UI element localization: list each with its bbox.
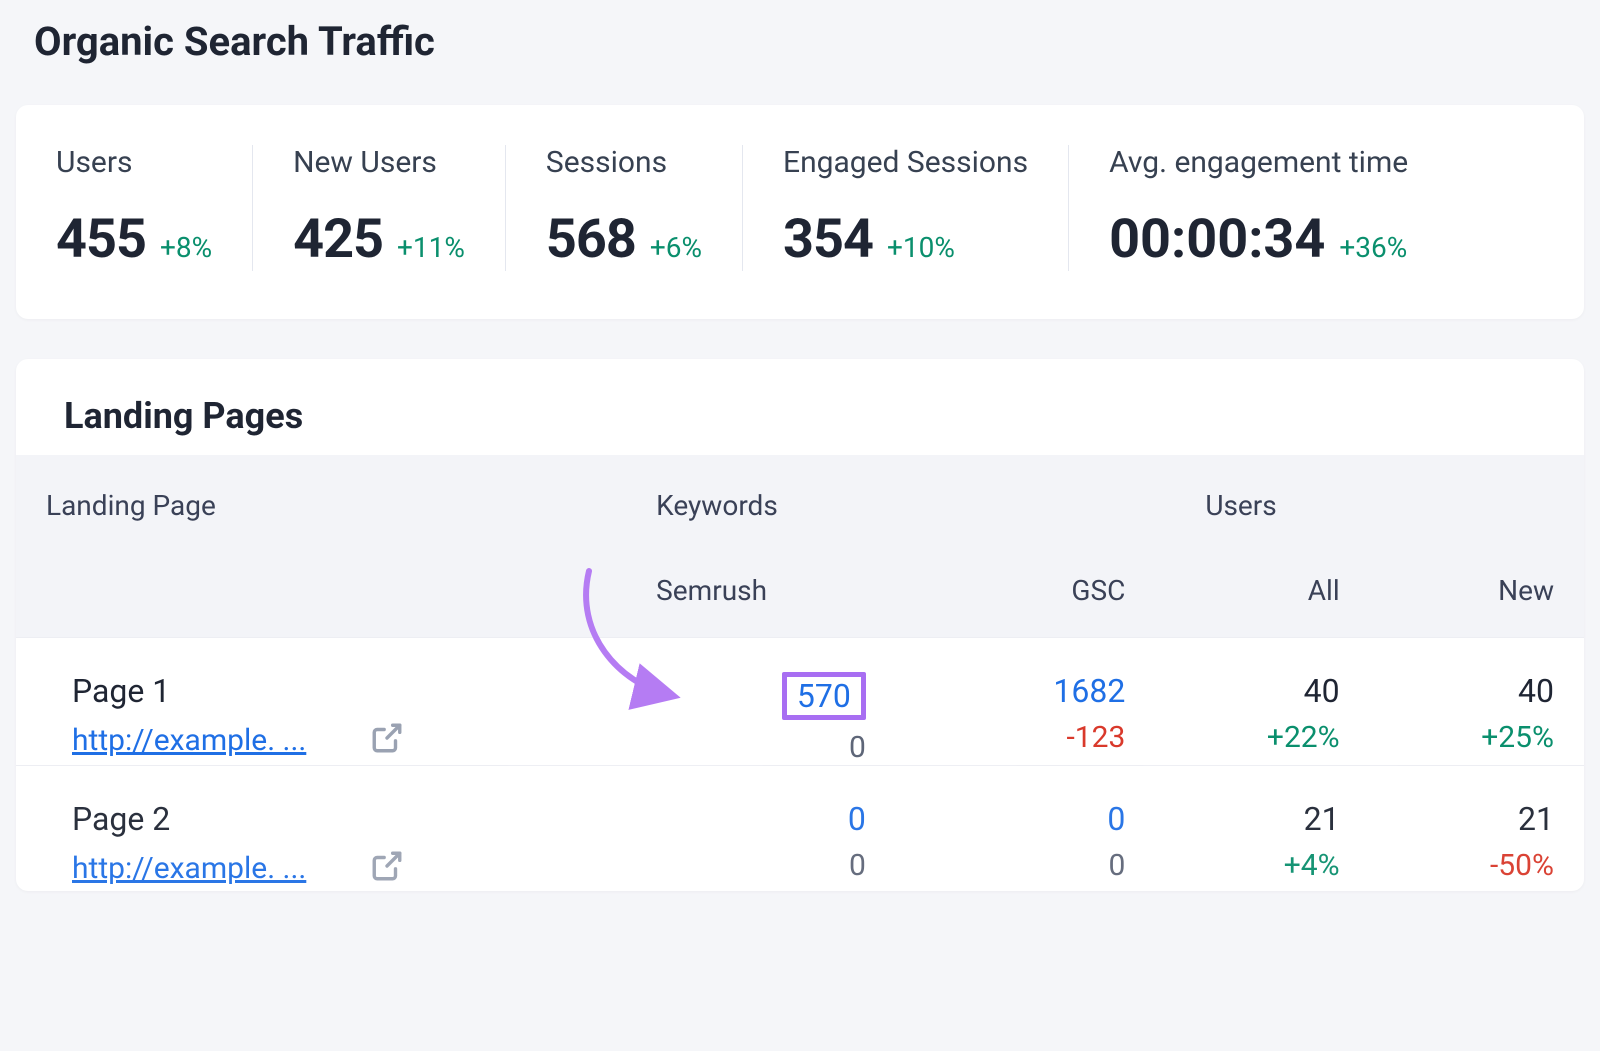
stat-value: 568: [546, 208, 636, 271]
stat-value: 00:00:34: [1109, 208, 1325, 271]
stat-delta: +10%: [887, 231, 955, 264]
semrush-delta: 0: [576, 730, 866, 765]
all-users-delta: +4%: [1185, 848, 1339, 883]
external-link-icon[interactable]: [370, 721, 404, 763]
gsc-value[interactable]: 1682: [926, 672, 1125, 710]
new-users-delta: -50%: [1400, 848, 1554, 883]
stat-value: 455: [56, 208, 146, 271]
semrush-value[interactable]: 0: [576, 800, 866, 838]
stat-avg-engagement[interactable]: Avg. engagement time 00:00:34 +36%: [1068, 145, 1448, 271]
page-url-link[interactable]: http://example. ...: [72, 723, 306, 758]
stat-value: 425: [293, 208, 383, 271]
stat-delta: +8%: [160, 231, 212, 264]
gsc-delta: -123: [926, 720, 1125, 755]
semrush-value[interactable]: 570: [797, 677, 851, 715]
all-users-value: 21: [1185, 800, 1339, 838]
stat-delta: +11%: [397, 231, 465, 264]
section-title: Landing Pages: [16, 359, 1584, 455]
stat-label: New Users: [293, 145, 465, 180]
semrush-delta: 0: [576, 848, 866, 883]
all-users-value: 40: [1185, 672, 1339, 710]
stat-label: Sessions: [546, 145, 702, 180]
col-header-semrush[interactable]: Semrush: [546, 530, 896, 637]
gsc-value[interactable]: 0: [926, 800, 1125, 838]
new-users-value: 40: [1400, 672, 1554, 710]
new-users-value: 21: [1400, 800, 1554, 838]
stats-card: Users 455 +8% New Users 425 +11% Session…: [16, 105, 1584, 319]
stat-value: 354: [783, 208, 873, 271]
external-link-icon[interactable]: [370, 849, 404, 891]
stat-sessions[interactable]: Sessions 568 +6%: [505, 145, 742, 271]
stat-engaged-sessions[interactable]: Engaged Sessions 354 +10%: [742, 145, 1068, 271]
col-group-keywords: Keywords: [546, 455, 1155, 530]
gsc-delta: 0: [926, 848, 1125, 883]
page-name: Page 1: [72, 672, 516, 710]
stat-label: Engaged Sessions: [783, 145, 1028, 180]
page-url-link[interactable]: http://example. ...: [72, 851, 306, 886]
highlighted-value: 570: [782, 672, 866, 720]
col-header-new[interactable]: New: [1370, 530, 1584, 637]
page-title: Organic Search Traffic: [0, 0, 1600, 105]
all-users-delta: +22%: [1185, 720, 1339, 755]
stat-delta: +6%: [650, 231, 702, 264]
table-row: Page 2 http://example. ... 0 0 0 0: [16, 765, 1584, 891]
col-header-all[interactable]: All: [1155, 530, 1369, 637]
stat-users[interactable]: Users 455 +8%: [16, 145, 252, 271]
col-header-landing-page[interactable]: Landing Page: [16, 455, 546, 637]
table-row: Page 1 http://example. ... 570 0 1682: [16, 637, 1584, 765]
stat-delta: +36%: [1339, 231, 1407, 264]
landing-pages-card: Landing Pages Landing Page Keywords User…: [16, 359, 1584, 891]
col-group-users: Users: [1155, 455, 1584, 530]
col-header-gsc[interactable]: GSC: [896, 530, 1155, 637]
landing-pages-table: Landing Page Keywords Users Semrush GSC …: [16, 455, 1584, 891]
stat-label: Users: [56, 145, 212, 180]
stat-label: Avg. engagement time: [1109, 145, 1408, 180]
page-name: Page 2: [72, 800, 516, 838]
stat-new-users[interactable]: New Users 425 +11%: [252, 145, 505, 271]
new-users-delta: +25%: [1400, 720, 1554, 755]
